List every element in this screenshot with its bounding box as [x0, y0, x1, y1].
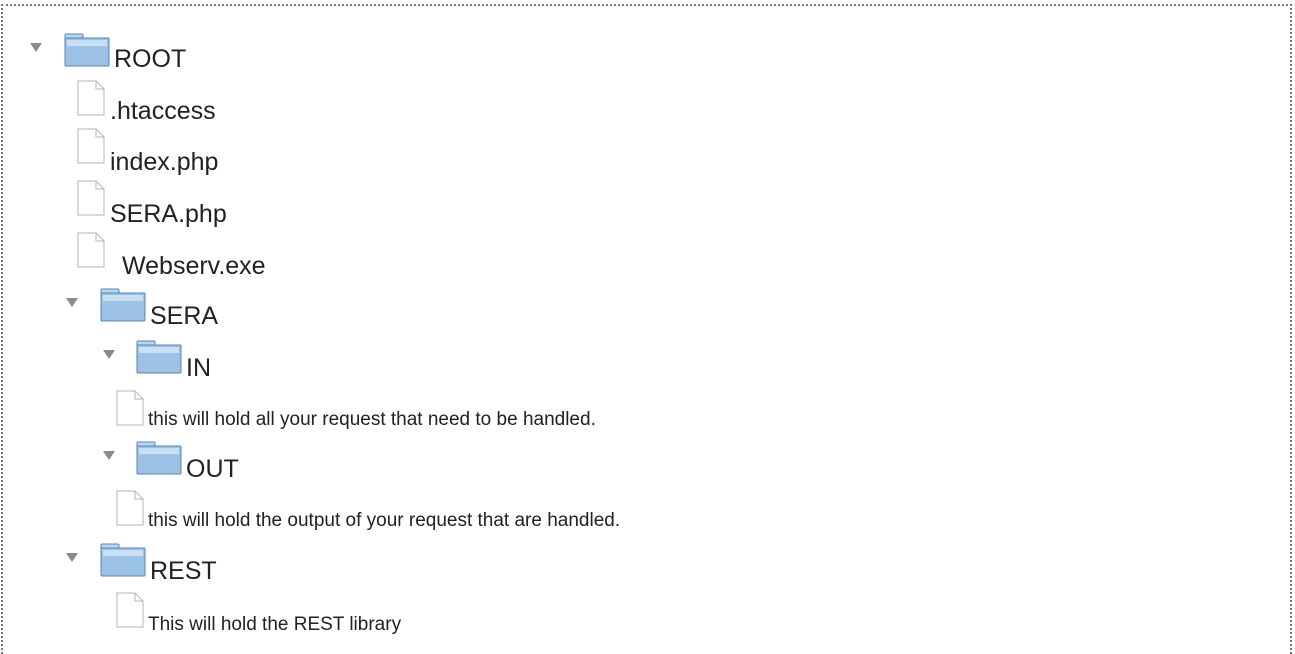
folder-icon: [136, 441, 182, 475]
expand-triangle-icon[interactable]: [66, 553, 78, 562]
file-icon: [116, 390, 144, 426]
folder-label-sera: SERA: [150, 302, 219, 330]
file-icon: [77, 180, 105, 216]
expand-triangle-icon[interactable]: [66, 298, 78, 307]
file-icon: [116, 490, 144, 526]
folder-icon: [136, 340, 182, 374]
file-label-webserv: Webserv.exe: [122, 252, 266, 280]
file-label-index: index.php: [110, 148, 219, 176]
expand-triangle-icon[interactable]: [30, 43, 42, 52]
expand-triangle-icon[interactable]: [103, 350, 115, 359]
folder-icon: [64, 33, 110, 67]
expand-triangle-icon[interactable]: [103, 451, 115, 460]
file-label-rest-desc: This will hold the REST library: [148, 614, 402, 635]
folder-label-rest: REST: [150, 557, 217, 585]
file-icon: [77, 80, 105, 116]
file-label-sera-php: SERA.php: [110, 200, 227, 228]
file-icon: [77, 128, 105, 164]
file-label-htaccess: .htaccess: [110, 97, 216, 125]
folder-label-root: ROOT: [114, 45, 187, 73]
file-label-out-desc: this will hold the output of your reques…: [148, 510, 621, 531]
folder-icon: [100, 288, 146, 322]
file-icon: [77, 232, 105, 268]
file-icon: [116, 592, 144, 628]
file-label-in-desc: this will hold all your request that nee…: [148, 409, 596, 430]
folder-label-in: IN: [186, 354, 211, 382]
folder-icon: [100, 543, 146, 577]
folder-label-out: OUT: [186, 455, 239, 483]
